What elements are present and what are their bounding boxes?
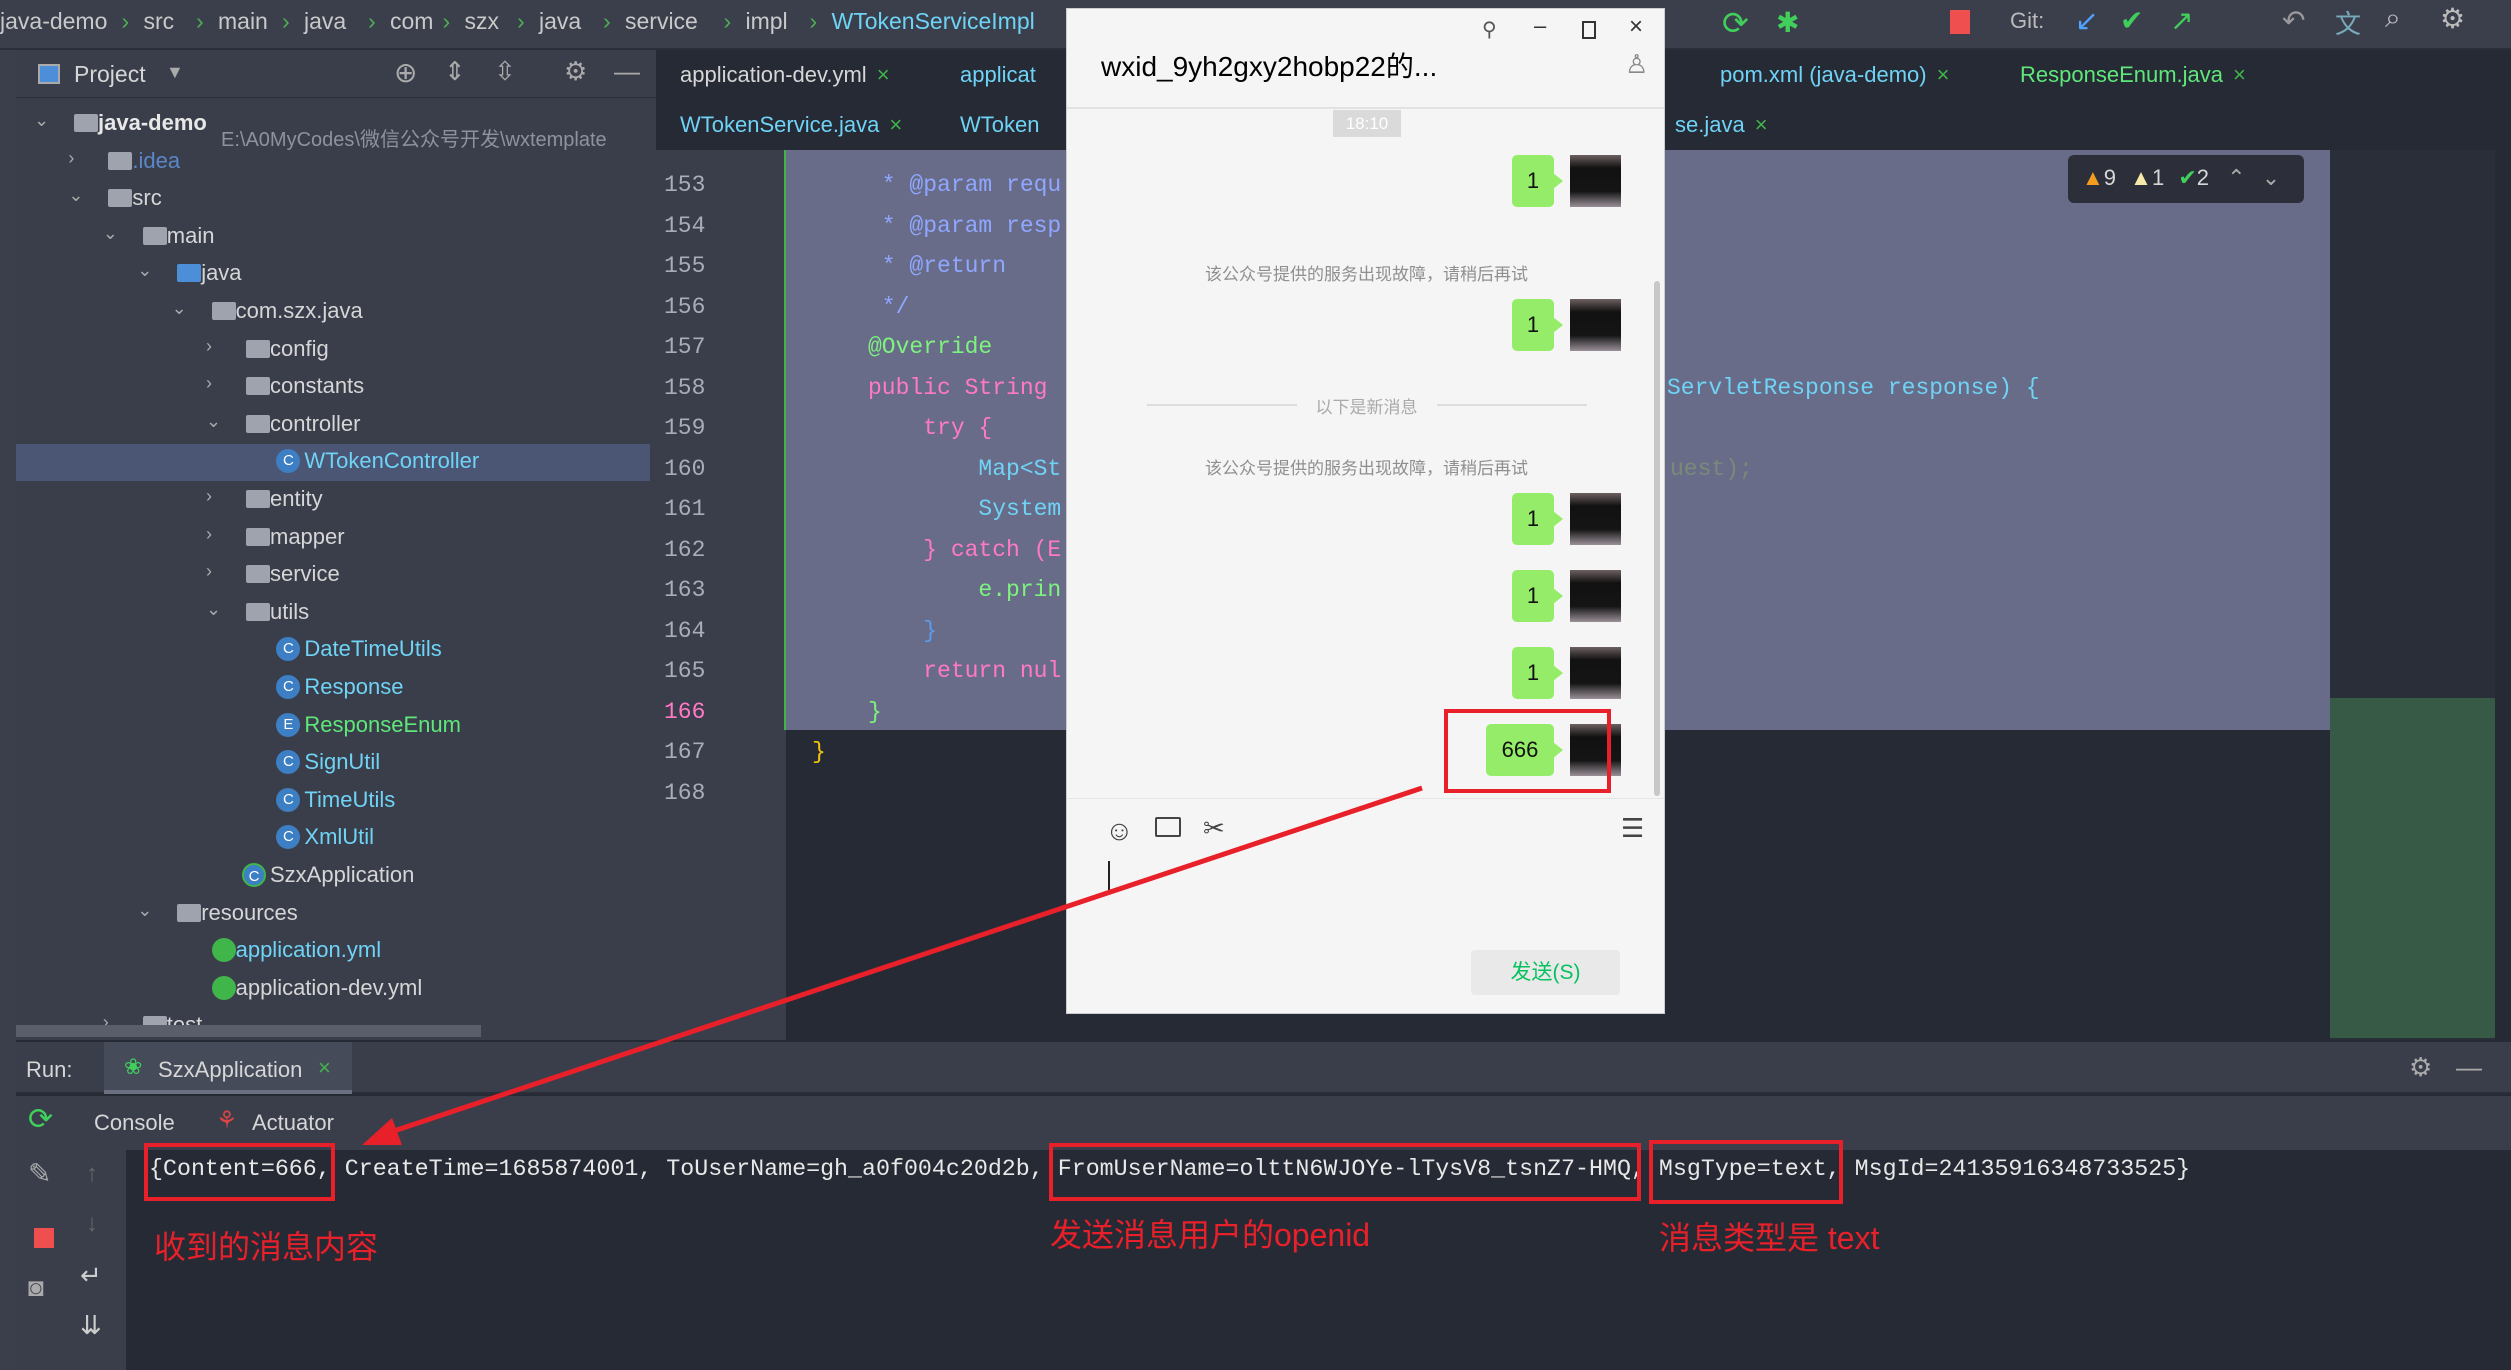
annotation-content-label: 收到的消息内容: [154, 1229, 379, 1265]
arrow-head: [362, 1118, 402, 1145]
annotation-openid-label: 发送消息用户的openid: [1050, 1217, 1371, 1253]
arrow-line: [384, 785, 1423, 1137]
annotation-msgtype-label: 消息类型是 text: [1659, 1220, 1880, 1256]
annotation-arrow: [362, 785, 1423, 1145]
